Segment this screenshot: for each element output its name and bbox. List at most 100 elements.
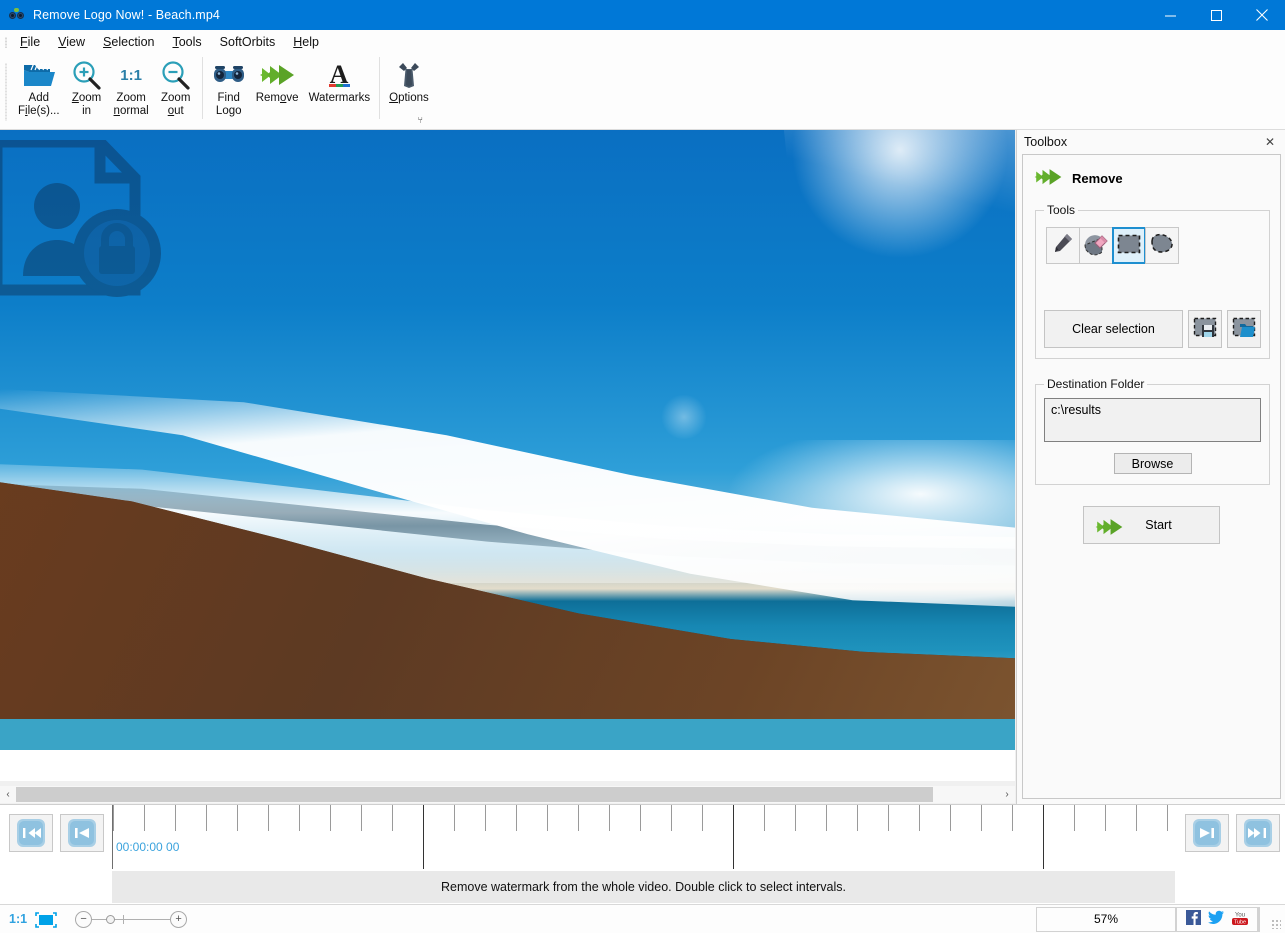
title-bar: Remove Logo Now! - Beach.mp4: [0, 0, 1285, 30]
timeline-ruler[interactable]: 00:00:00 00: [112, 805, 1175, 869]
timeline-status-message: Remove watermark from the whole video. D…: [112, 871, 1175, 903]
zoom-ratio-label[interactable]: 1:1: [9, 912, 27, 926]
zoom-in-icon[interactable]: +: [170, 911, 187, 928]
ruler-tick-major: [423, 805, 424, 869]
destination-folder-input[interactable]: c:\results: [1044, 398, 1261, 442]
eraser-icon: [1082, 231, 1110, 260]
selection-actions: Clear selection: [1044, 310, 1261, 348]
close-button[interactable]: [1239, 0, 1285, 30]
zoom-out-icon[interactable]: −: [75, 911, 92, 928]
save-selection-icon: [1193, 317, 1217, 342]
ruler-tick: [671, 805, 672, 831]
video-preview[interactable]: [0, 130, 1015, 781]
next-frame-button[interactable]: [1185, 814, 1229, 852]
menu-drag-grip[interactable]: [0, 30, 11, 54]
ruler-tick: [826, 805, 827, 831]
app-icon: [9, 7, 25, 23]
tool-eraser-button[interactable]: [1079, 227, 1113, 264]
tools-group-label: Tools: [1044, 203, 1078, 217]
toolbar-overflow-icon[interactable]: ⑂: [418, 115, 423, 125]
open-folder-icon: [22, 58, 56, 92]
ruler-tick: [268, 805, 269, 831]
options-button[interactable]: Options: [384, 54, 434, 105]
ruler-tick: [299, 805, 300, 831]
clear-selection-button[interactable]: Clear selection: [1044, 310, 1183, 348]
find-logo-label: FindLogo: [216, 92, 242, 118]
green-arrow-icon: [1033, 166, 1063, 191]
toolbox-mode-header: Remove: [1023, 155, 1280, 199]
maximize-button[interactable]: [1193, 0, 1239, 30]
browse-button[interactable]: Browse: [1114, 453, 1192, 474]
find-logo-button[interactable]: FindLogo: [207, 54, 251, 118]
menu-help[interactable]: Help: [284, 33, 328, 51]
zoom-slider-track[interactable]: [92, 919, 170, 920]
twitter-icon[interactable]: [1208, 910, 1224, 928]
save-selection-button[interactable]: [1188, 310, 1222, 348]
jump-to-end-button[interactable]: [1236, 814, 1280, 852]
ruler-tick: [113, 805, 114, 831]
ruler-tick: [1136, 805, 1137, 831]
magnifier-minus-icon: [160, 58, 192, 92]
toolbar-separator-1: [202, 57, 203, 119]
window-controls: [1147, 0, 1285, 30]
canvas-horizontal-scrollbar[interactable]: ‹ ›: [0, 786, 1015, 803]
ruler-tick: [1167, 805, 1168, 831]
tool-lasso-button[interactable]: [1145, 227, 1179, 264]
tool-rectangle-selection-button[interactable]: [1112, 227, 1146, 264]
menu-softorbits[interactable]: SoftOrbits: [211, 33, 285, 51]
ruler-tick: [981, 805, 982, 831]
load-selection-button[interactable]: [1227, 310, 1261, 348]
scroll-right-icon[interactable]: ›: [999, 786, 1015, 803]
add-files-button[interactable]: AddFile(s)...: [13, 54, 65, 118]
toolbox-mode-label: Remove: [1072, 171, 1123, 186]
zoom-slider-knob[interactable]: [106, 915, 115, 924]
browse-row: Browse: [1044, 453, 1261, 474]
menu-selection[interactable]: Selection: [94, 33, 163, 51]
add-files-label: AddFile(s)...: [18, 92, 60, 118]
watermarks-button[interactable]: A Watermarks: [304, 54, 376, 105]
ruler-tick: [144, 805, 145, 831]
jump-to-start-button[interactable]: [9, 814, 53, 852]
scrollbar-track[interactable]: [16, 786, 999, 803]
ruler-tick: [330, 805, 331, 831]
minimize-button[interactable]: [1147, 0, 1193, 30]
toolbar-group-file-zoom: AddFile(s)... Zoomin 1: [11, 54, 436, 130]
destination-folder-value: c:\results: [1051, 403, 1101, 417]
menu-view[interactable]: View: [49, 33, 94, 51]
sun-glare: [779, 130, 1015, 305]
tool-pencil-button[interactable]: [1046, 227, 1080, 264]
ruler-tick-major: [733, 805, 734, 869]
zoom-slider[interactable]: − +: [75, 911, 187, 928]
ruler-tick-major: [1043, 805, 1044, 869]
zoom-out-label: Zoomout: [161, 92, 190, 118]
resize-grip[interactable]: [1259, 907, 1285, 932]
remove-label: Remove: [256, 92, 299, 105]
scrollbar-thumb[interactable]: [16, 787, 933, 802]
previous-frame-button[interactable]: [60, 814, 104, 852]
scroll-left-icon[interactable]: ‹: [0, 786, 16, 803]
toolbox-panel: Toolbox ✕ Remove Tools: [1016, 130, 1285, 804]
zoom-normal-button[interactable]: 1:1 Zoomnormal: [109, 54, 154, 118]
start-button[interactable]: Start: [1083, 506, 1220, 544]
ruler-tick: [175, 805, 176, 831]
video-frame[interactable]: [0, 130, 1015, 750]
load-selection-icon: [1232, 317, 1256, 342]
remove-button[interactable]: Remove: [251, 54, 304, 105]
youtube-icon[interactable]: You Tube: [1231, 910, 1249, 929]
facebook-icon[interactable]: [1186, 910, 1201, 928]
toolbar-drag-grip[interactable]: [0, 54, 11, 130]
zoom-out-button[interactable]: Zoomout: [154, 54, 198, 118]
toolbox-title: Toolbox: [1024, 135, 1067, 149]
fit-to-window-icon[interactable]: [35, 912, 57, 927]
ruler-tick: [888, 805, 889, 831]
zoom-in-button[interactable]: Zoomin: [65, 54, 109, 118]
zoom-slider-notch: [123, 915, 124, 924]
menu-file[interactable]: File: [11, 33, 49, 51]
binoculars-icon: [212, 58, 246, 92]
timeline-track-area: 00:00:00 00: [0, 805, 1285, 869]
status-bar: 1:1 − + 57%: [0, 904, 1285, 933]
toolbox-close-icon[interactable]: ✕: [1261, 133, 1279, 151]
menu-tools[interactable]: Tools: [163, 33, 210, 51]
clear-selection-label: Clear selection: [1072, 322, 1155, 336]
tools-group: Tools: [1035, 203, 1270, 359]
